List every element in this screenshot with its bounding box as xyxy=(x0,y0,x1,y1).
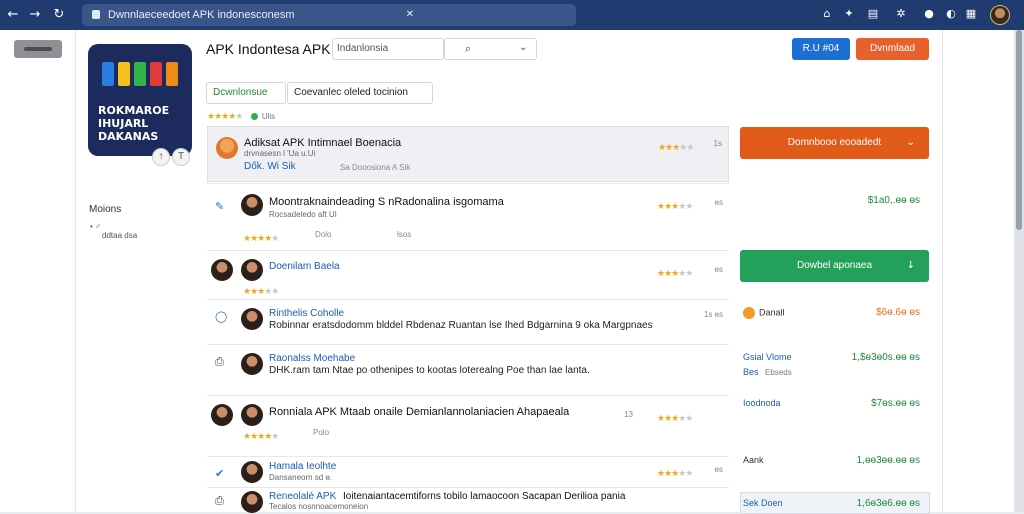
alert-icon xyxy=(743,307,755,319)
verified-icon: ✔ xyxy=(215,467,225,480)
status-dot-icon xyxy=(250,113,258,121)
download-dropdown-button[interactable]: Domnbooo eooadedt ⌄ xyxy=(740,127,929,159)
list-item[interactable]: Adiksat APK Intimnael Boenacia drvnasesn… xyxy=(207,126,729,182)
back-icon[interactable]: ← xyxy=(4,6,22,24)
avatar xyxy=(241,259,263,281)
star-rating: ★★★★★ xyxy=(657,469,693,479)
chevron-down-icon: ⌄ xyxy=(906,137,915,148)
chevron-down-icon[interactable]: ⌄ xyxy=(519,42,527,53)
app-icon-text: ROKMAROE IHUJARL DAKANAS xyxy=(98,104,170,143)
side-label: Aank xyxy=(743,455,764,465)
list-item[interactable]: ✎ Moontraknaindeading S nRadonalina isgo… xyxy=(207,183,729,249)
price: 1,$ɵ3ɵ0s.ɵɵ ɵs xyxy=(851,352,920,363)
side-label: Gsial Vlome xyxy=(743,352,792,362)
pin-icon[interactable]: T xyxy=(172,148,190,166)
profile-icon[interactable]: ◐ xyxy=(944,7,958,21)
avatar xyxy=(241,353,263,375)
extension-icon[interactable]: ⌂ xyxy=(820,7,834,21)
rating-summary: ★★★★★ Ulis xyxy=(207,112,276,122)
edit-icon[interactable]: ✎ xyxy=(215,200,224,213)
reload-icon[interactable]: ↻ xyxy=(50,6,68,24)
profile-icon[interactable]: ● xyxy=(922,7,936,21)
puzzle-icon[interactable]: ✲ xyxy=(894,7,908,21)
avatar xyxy=(216,137,238,159)
page-content: ROKMAROE IHUJARL DAKANAS ↑ T Moions • ♂ … xyxy=(0,30,1014,514)
avatar xyxy=(241,308,263,330)
back-button[interactable] xyxy=(14,40,62,58)
primary-button[interactable]: R.U #04 xyxy=(792,38,850,60)
price: $6ɵ.6ɵ ɵs xyxy=(876,307,920,318)
star-rating: ★★★★★ xyxy=(658,143,694,153)
filter-select[interactable]: ⌕ ⌄ xyxy=(444,38,537,60)
price: $7ɵs.ɵɵ ɵs xyxy=(871,398,920,409)
lock-icon xyxy=(92,10,100,19)
clipboard-icon[interactable]: ⎙ xyxy=(215,355,224,369)
divider xyxy=(942,30,943,512)
tab-download[interactable]: Dcwnlonsue xyxy=(206,82,286,104)
chat-icon[interactable]: ◯ xyxy=(215,310,227,323)
address-bar[interactable]: Dwnnlaeceedoet APK indonesconesm ✕ xyxy=(82,4,576,26)
star-rating: ★★★★★ xyxy=(243,234,279,244)
side-label: Sek Doen xyxy=(743,498,783,508)
scrollbar-thumb[interactable] xyxy=(1016,30,1022,230)
download-button[interactable]: Dvnmlaad xyxy=(856,38,929,60)
star-rating: ★★★★★ xyxy=(243,432,279,442)
star-rating: ★★★★★ xyxy=(243,287,279,297)
app-icon: ROKMAROE IHUJARL DAKANAS xyxy=(88,44,192,156)
tab-details[interactable]: Coevanlec oleled tocinion xyxy=(287,82,433,104)
price: $1a0,.ɵɵ ɵs xyxy=(867,195,920,206)
download-icon: ↓ xyxy=(906,260,915,271)
search-input[interactable]: Indanlonsia xyxy=(332,38,444,60)
sparkle-icon[interactable]: ✦ xyxy=(842,7,856,21)
divider xyxy=(75,30,76,512)
list-item[interactable]: ⎙ Raonalss Moehabe DHK.ram tam Ntae po o… xyxy=(207,344,729,394)
list-item[interactable]: ◯ Rinthelis Coholle Robinnar eratsdodomm… xyxy=(207,299,729,343)
url-text: Dwnnlaeceedoet APK indonesconesm xyxy=(108,9,295,21)
list-item[interactable]: Ronniala APK Mtaab onaile Demianlannolan… xyxy=(207,395,729,455)
avatar[interactable] xyxy=(990,5,1010,25)
side-label: Danall xyxy=(743,307,785,319)
calendar-icon[interactable]: ▦ xyxy=(964,7,978,21)
avatar xyxy=(211,404,233,426)
browser-toolbar: ← → ↻ Dwnnlaeceedoet APK indonesconesm ✕… xyxy=(0,0,1024,30)
sidebar-label: Moions xyxy=(89,204,122,215)
price: 1,ɵɵ3ɵɵ.ɵɵ ɵs xyxy=(856,455,920,466)
document-icon[interactable]: ▤ xyxy=(866,7,880,21)
avatar xyxy=(241,461,263,483)
avatar xyxy=(241,194,263,216)
bookmark-icon[interactable]: ✕ xyxy=(406,4,414,26)
list-item[interactable]: ⎙ Reneolalé APK Tecalos nosnnoacemoneion… xyxy=(207,487,729,513)
list-item[interactable]: ✔ Hamala Ieolhte Dansaneorn sd ɵ. ★★★★★ … xyxy=(207,456,729,486)
price: 1,6ɵ3ɵ6.ɵɵ ɵs xyxy=(856,498,920,509)
star-rating: ★★★★★ xyxy=(657,202,693,212)
avatar xyxy=(241,404,263,426)
side-label: Bes Ebseds xyxy=(743,367,792,377)
page-title: APK Indontesa APK xyxy=(206,41,331,57)
search-icon[interactable]: ⌕ xyxy=(465,42,471,56)
side-label: Ioodnoda xyxy=(743,398,781,408)
share-icon[interactable]: ↑ xyxy=(152,148,170,166)
star-rating: ★★★★★ xyxy=(657,414,693,424)
avatar xyxy=(241,491,263,513)
clipboard-icon[interactable]: ⎙ xyxy=(215,494,224,508)
sidebar-item[interactable]: • ♂ ddtaa dsa xyxy=(90,222,137,240)
forward-icon[interactable]: → xyxy=(26,6,44,24)
list-item[interactable]: Doenilam Baela ★★★★★ ★★★★★ ɵs xyxy=(207,250,729,298)
download-button[interactable]: Dowbel aponaea ↓ xyxy=(740,250,929,282)
star-rating: ★★★★★ xyxy=(657,269,693,279)
star-rating: ★★★★★ xyxy=(207,112,243,122)
avatar xyxy=(211,259,233,281)
